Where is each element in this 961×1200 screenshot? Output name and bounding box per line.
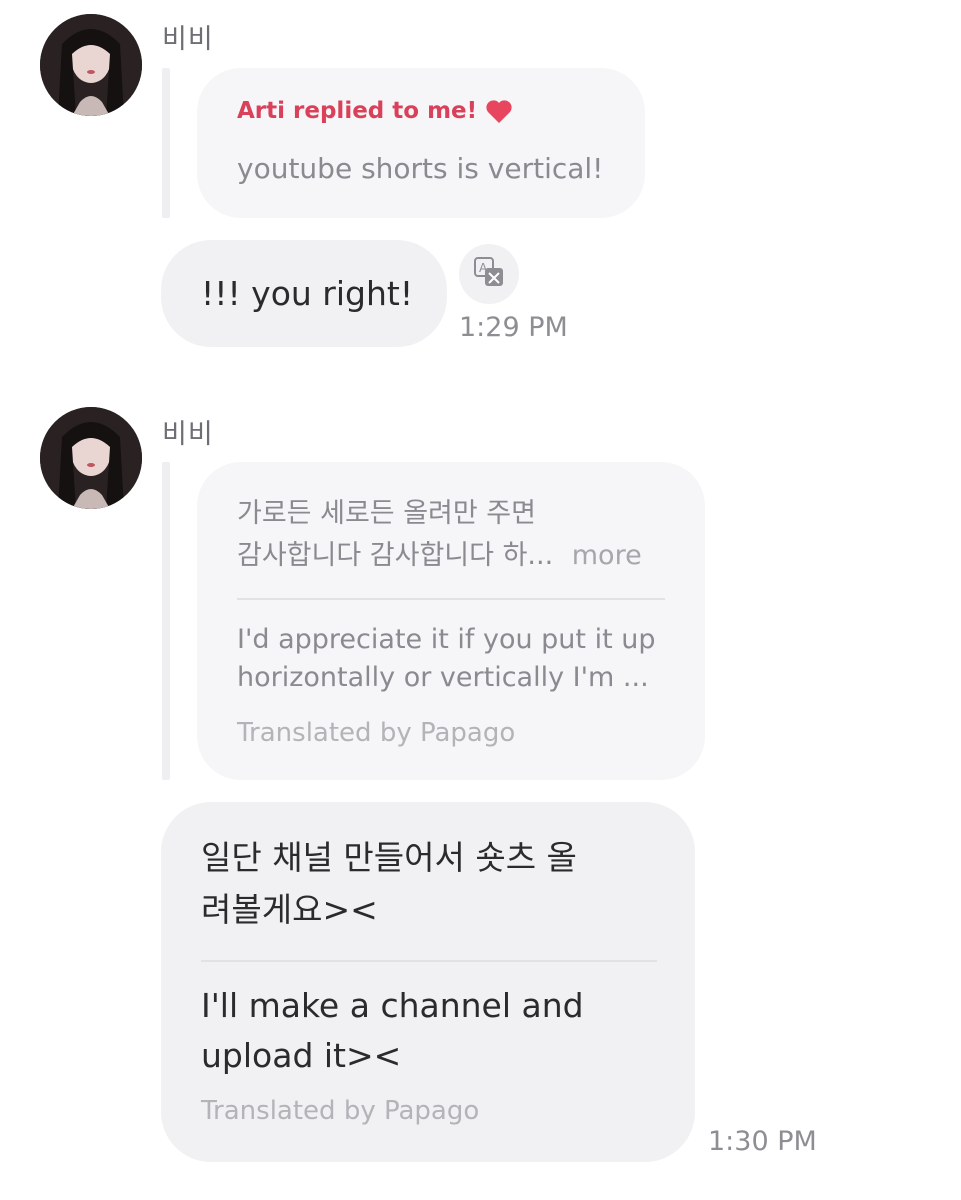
- message-translation-line: I'll make a channel and: [201, 986, 584, 1025]
- reply-original-line: 가로든 세로든 올려만 주면: [237, 498, 536, 529]
- reply-text: youtube shorts is vertical!: [237, 152, 604, 185]
- translation-divider: [201, 960, 657, 962]
- more-link[interactable]: more: [572, 540, 642, 571]
- translation-divider: [237, 598, 665, 600]
- message-time: 1:29 PM: [459, 312, 568, 343]
- reply-indicator: [162, 68, 170, 218]
- reply-original-line: 감사합니다 감사합니다 하... more: [237, 536, 642, 576]
- message-bubble[interactable]: 일단 채널 만들어서 숏츠 올 려볼게요>< I'll make a chann…: [161, 802, 695, 1162]
- translate-icon: A: [472, 255, 506, 293]
- message-bubble[interactable]: !!! you right!: [161, 240, 447, 347]
- avatar[interactable]: [40, 14, 142, 116]
- message-original-line: 일단 채널 만들어서 숏츠 올: [201, 838, 577, 877]
- sender-name: 비비: [162, 419, 214, 450]
- translated-by-label: Translated by Papago: [237, 718, 516, 748]
- translated-by-label: Translated by Papago: [201, 1096, 480, 1126]
- reply-quote[interactable]: Arti replied to me! youtube shorts is ve…: [197, 68, 645, 218]
- translate-button[interactable]: A: [459, 244, 519, 304]
- reply-quote[interactable]: 가로든 세로든 올려만 주면 감사합니다 감사합니다 하... more I'd…: [197, 462, 705, 780]
- message-text: !!! you right!: [201, 274, 414, 313]
- message-translation-line: upload it><: [201, 1036, 402, 1075]
- reply-indicator: [162, 462, 170, 780]
- reply-original-line-text: 감사합니다 감사합니다 하...: [237, 540, 554, 571]
- sender-name: 비비: [162, 24, 214, 55]
- reply-header: Arti replied to me!: [237, 98, 513, 124]
- heart-icon: [485, 98, 513, 124]
- avatar[interactable]: [40, 407, 142, 509]
- reply-translation-line: I'd appreciate it if you put it up: [237, 624, 656, 655]
- message-original-line: 려볼게요><: [201, 890, 378, 929]
- chat-thread: 비비 Arti replied to me! youtube shorts is…: [0, 0, 961, 1200]
- message-time: 1:30 PM: [708, 1126, 817, 1157]
- reply-header-text: Arti replied to me!: [237, 98, 478, 124]
- reply-translation-line: horizontally or vertically I'm ...: [237, 662, 649, 693]
